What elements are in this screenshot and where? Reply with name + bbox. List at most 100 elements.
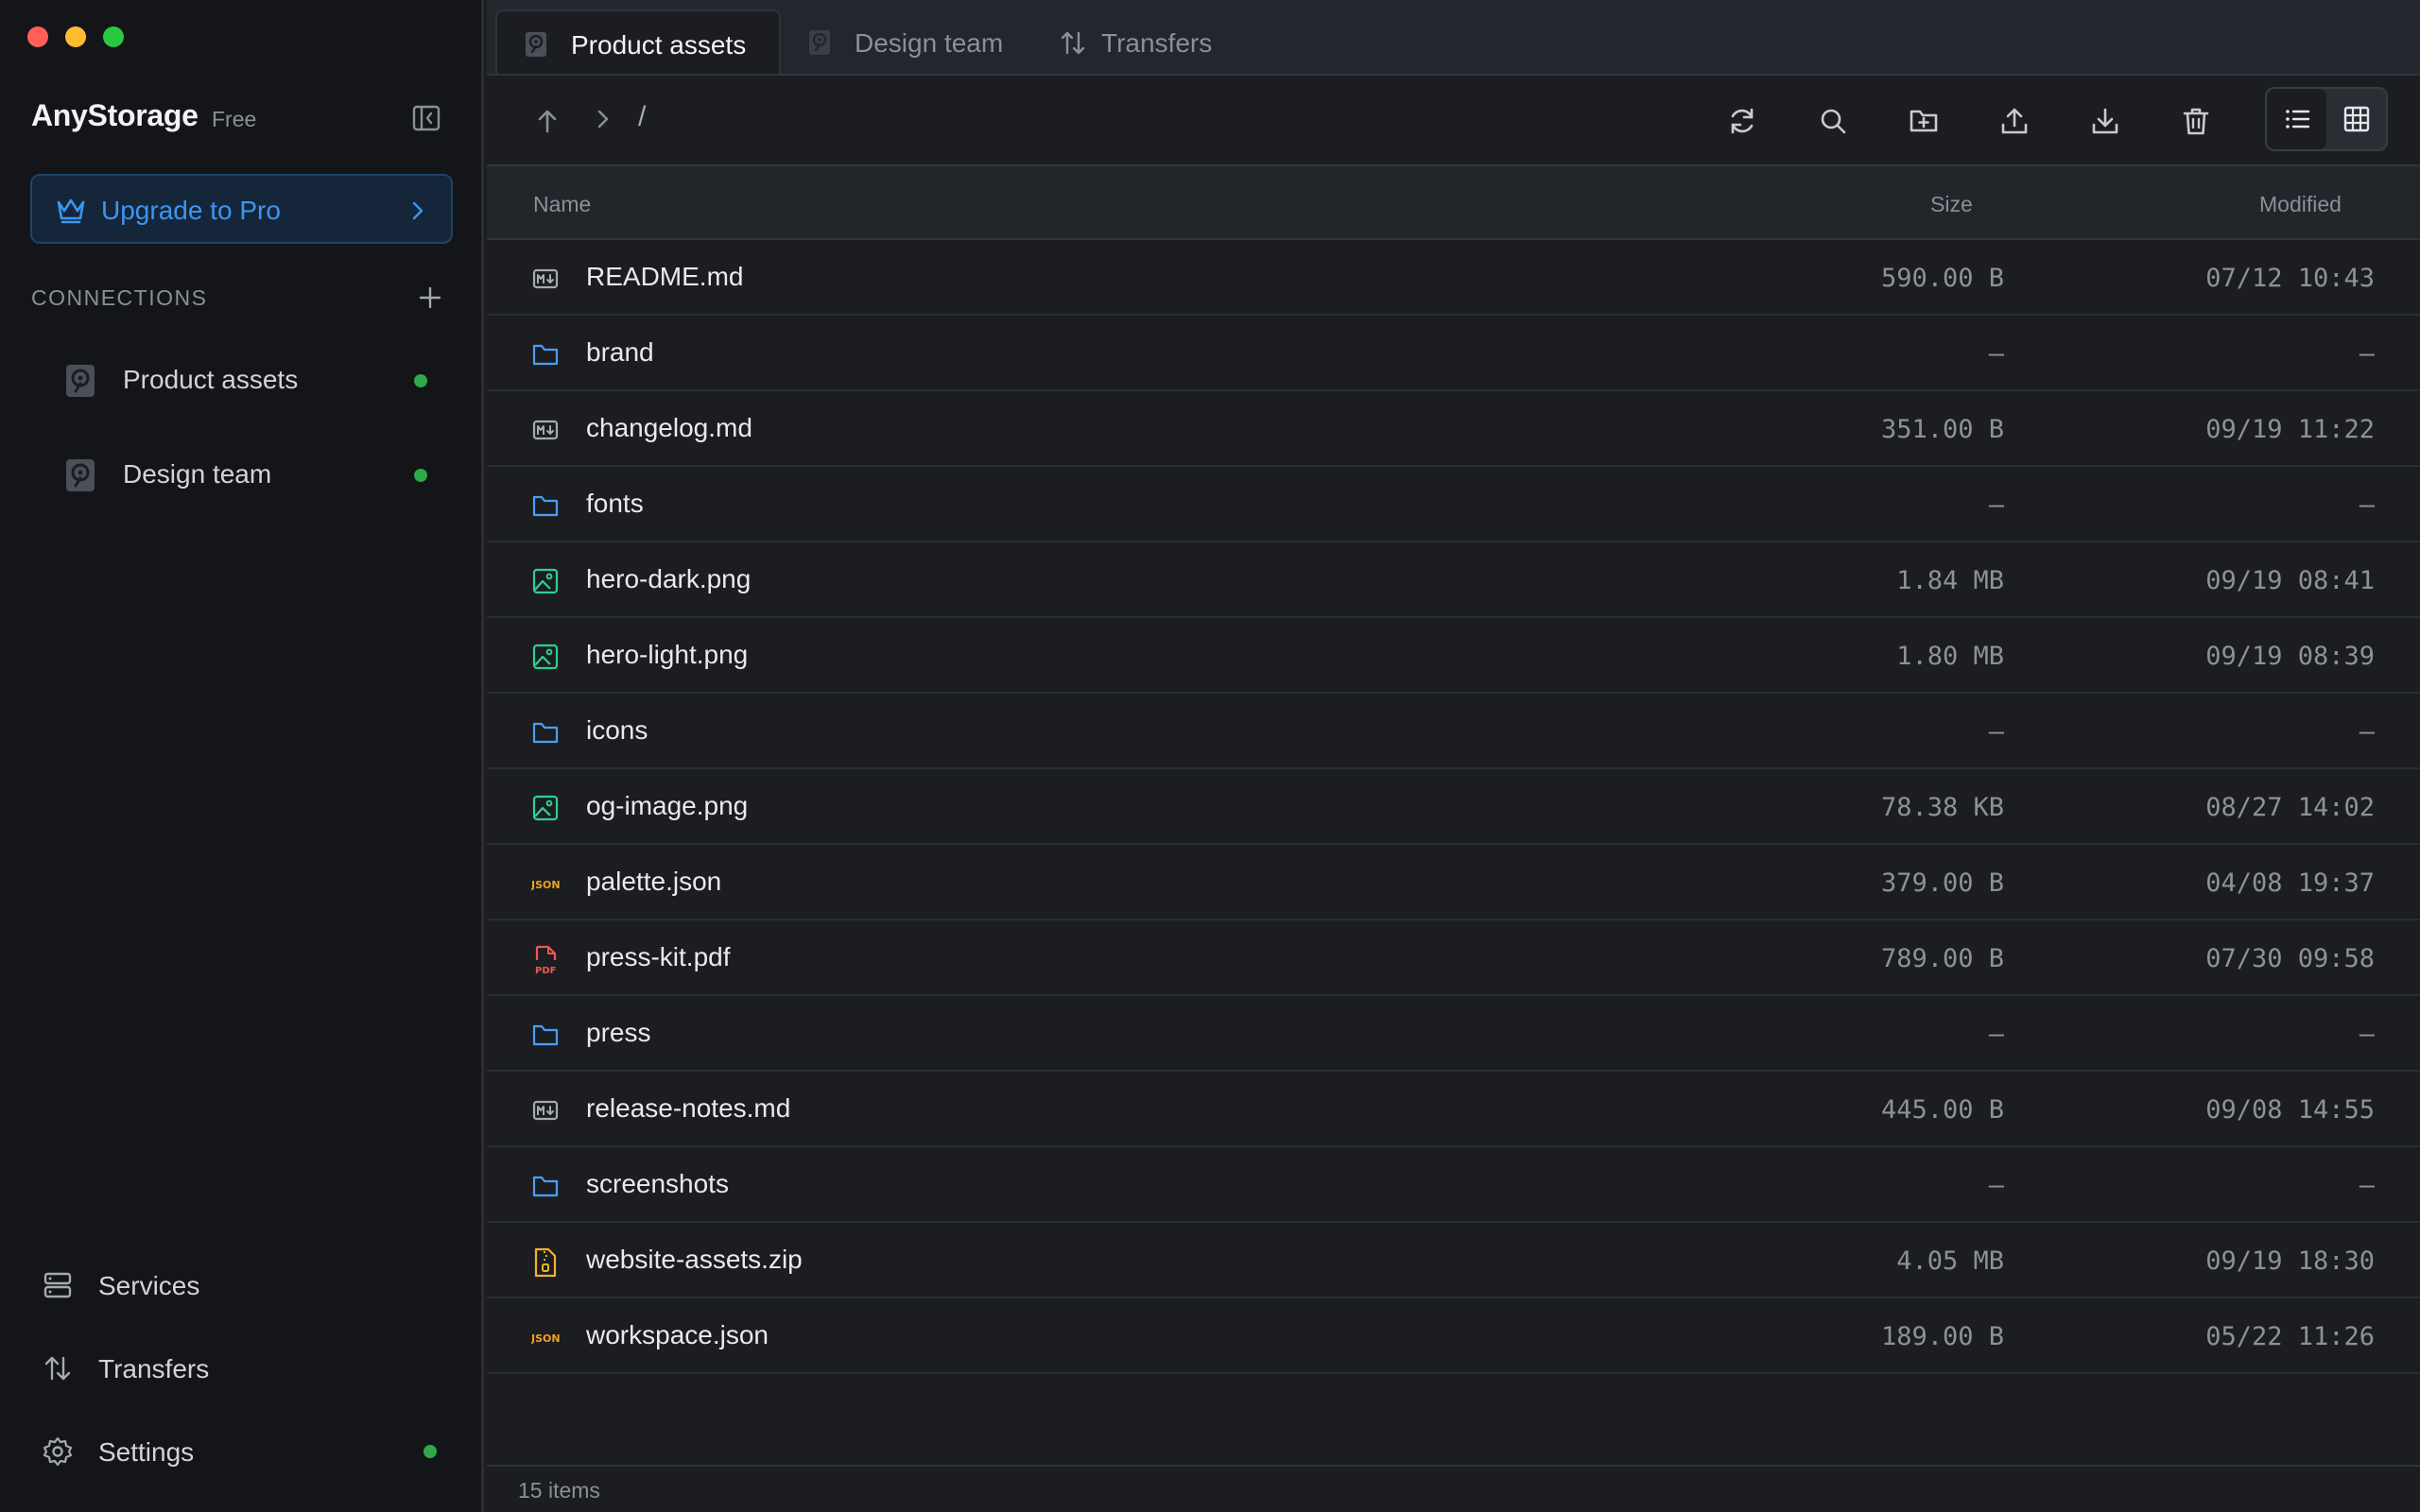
status-dot [424,1445,437,1458]
sidebar-item-label: Services [98,1271,200,1300]
tab-transfers[interactable]: Transfers [1036,9,1263,74]
search-button[interactable] [1812,100,1854,142]
markdown-file-icon [531,416,560,444]
file-modified: 09/19 08:39 [2205,642,2375,671]
column-header-name[interactable]: Name [533,192,591,217]
markdown-file-icon [531,1096,560,1125]
tab-label: Transfers [1101,28,1213,58]
file-row[interactable]: JSON workspace.json 189.00 B 05/22 11:26 [487,1298,2420,1374]
breadcrumb-root[interactable]: / [638,101,646,133]
drive-icon [64,363,96,404]
chevron-right-icon [596,98,611,145]
file-size: 4.05 MB [1896,1246,2004,1276]
connection-item-design-team[interactable]: Design team [30,437,454,512]
item-count: 15 items [518,1478,600,1503]
file-row[interactable]: hero-dark.png 1.84 MB 09/19 08:41 [487,542,2420,618]
svg-text:JSON: JSON [531,1332,561,1345]
image-file-icon [531,567,560,595]
delete-button[interactable] [2175,100,2217,142]
file-row[interactable]: icons – – [487,694,2420,769]
file-size: – [1988,490,2004,520]
file-name: release-notes.md [586,1093,791,1123]
minimize-window-button[interactable] [65,26,86,47]
file-row[interactable]: release-notes.md 445.00 B 09/08 14:55 [487,1072,2420,1147]
sidebar-item-transfers[interactable]: Transfers [30,1335,454,1401]
file-modified: – [2359,1171,2375,1200]
file-size: – [1988,1020,2004,1049]
sidebar-item-services[interactable]: Services [30,1252,454,1318]
svg-text:PDF: PDF [535,966,556,975]
file-name: hero-light.png [586,640,749,669]
grid-view-button[interactable] [2326,89,2386,149]
file-row[interactable]: PDF press-kit.pdf 789.00 B 07/30 09:58 [487,920,2420,996]
file-row[interactable]: website-assets.zip 4.05 MB 09/19 18:30 [487,1223,2420,1298]
file-name: palette.json [586,867,722,896]
tab-product-assets[interactable]: Product assets [495,9,781,74]
file-name: screenshots [586,1169,729,1198]
file-size: 590.00 B [1880,264,2004,293]
file-modified: 04/08 19:37 [2205,868,2375,898]
file-row[interactable]: brand – – [487,316,2420,391]
connections-heading: CONNECTIONS [31,285,208,310]
plan-badge: Free [212,107,257,131]
sidebar: AnyStorage Free Upgrade to Pro CONNECTIO… [0,0,484,1512]
refresh-button[interactable] [1721,100,1763,142]
zoom-window-button[interactable] [103,26,124,47]
file-size: 379.00 B [1880,868,2004,898]
file-row[interactable]: hero-light.png 1.80 MB 09/19 08:39 [487,618,2420,694]
tab-design-team[interactable]: Design team [781,9,1036,74]
folder-icon [531,491,560,520]
online-status-dot [414,374,427,387]
file-row[interactable]: screenshots – – [487,1147,2420,1223]
file-modified: – [2359,339,2375,369]
file-modified: 05/22 11:26 [2205,1322,2375,1351]
upgrade-button[interactable]: Upgrade to Pro [30,174,453,244]
file-name: og-image.png [586,791,749,820]
file-size: 78.38 KB [1880,793,2004,822]
file-row[interactable]: changelog.md 351.00 B 09/19 11:22 [487,391,2420,467]
close-window-button[interactable] [27,26,48,47]
sidebar-item-label: Settings [98,1437,195,1467]
toolbar: / [487,76,2420,166]
new-folder-button[interactable] [1903,100,1945,142]
connection-label: Design team [123,459,272,489]
file-row[interactable]: press – – [487,996,2420,1072]
markdown-file-icon [531,265,560,293]
file-row[interactable]: JSON palette.json 379.00 B 04/08 19:37 [487,845,2420,920]
upgrade-label: Upgrade to Pro [101,196,281,225]
main-pane: Product assets Design team Transfers / N… [487,0,2420,1512]
file-size: – [1988,339,2004,369]
folder-icon [531,718,560,747]
collapse-sidebar-icon[interactable] [410,102,442,134]
go-up-button[interactable] [527,100,568,142]
file-name: press [586,1018,651,1047]
folder-icon [531,1172,560,1200]
list-view-button[interactable] [2267,89,2326,149]
app-name: AnyStorage [31,98,199,132]
crown-icon [55,195,87,230]
add-connection-button[interactable] [416,284,444,312]
file-row[interactable]: og-image.png 78.38 KB 08/27 14:02 [487,769,2420,845]
file-size: 351.00 B [1880,415,2004,444]
file-name: brand [586,337,654,367]
sidebar-item-label: Transfers [98,1354,210,1383]
column-header-modified[interactable]: Modified [2259,192,2342,217]
file-name: README.md [586,262,744,291]
zip-file-icon [531,1247,560,1278]
upload-button[interactable] [1994,100,2035,142]
drive-icon [64,457,96,498]
file-row[interactable]: README.md 590.00 B 07/12 10:43 [487,240,2420,316]
sidebar-item-settings[interactable]: Settings [30,1418,454,1485]
file-row[interactable]: fonts – – [487,467,2420,542]
column-header-size[interactable]: Size [1930,192,1973,217]
chevron-right-icon [411,200,424,226]
folder-icon [531,340,560,369]
file-name: press-kit.pdf [586,942,731,971]
json-file-icon: JSON [530,1323,561,1351]
transfer-icon [1059,28,1087,61]
server-icon [42,1269,74,1306]
connection-item-product-assets[interactable]: Product assets [30,342,454,418]
file-modified: 07/12 10:43 [2205,264,2375,293]
image-file-icon [531,794,560,822]
download-button[interactable] [2084,100,2126,142]
